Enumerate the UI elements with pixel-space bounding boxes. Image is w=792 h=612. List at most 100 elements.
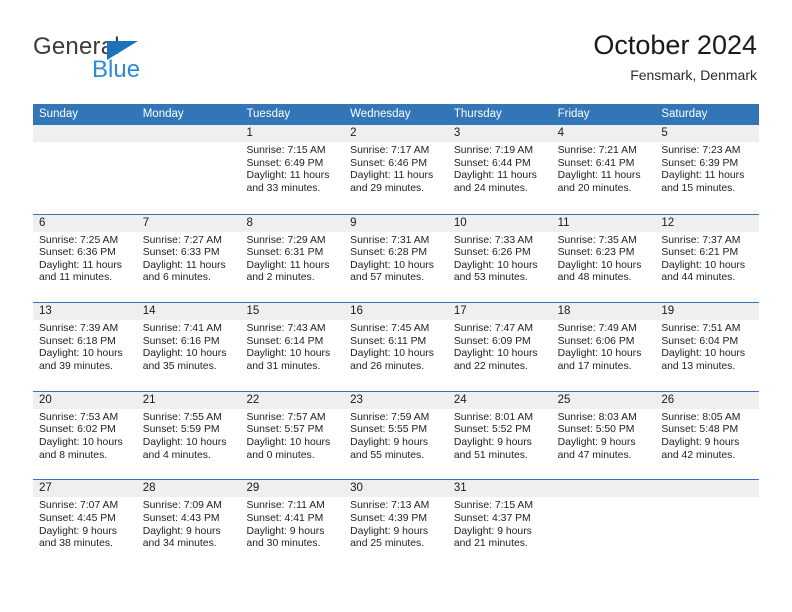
day-details: Sunrise: 7:29 AM Sunset: 6:31 PM Daylight:… bbox=[240, 232, 344, 285]
calendar-day-cell-empty bbox=[655, 480, 760, 568]
title-block: October 2024 Fensmark, Denmark bbox=[593, 29, 757, 85]
calendar-day-cell[interactable]: 30 Sunrise: 7:13 AM Sunset: 4:39 PM Dayligh… bbox=[344, 480, 448, 568]
sunset-text: Sunset: 5:52 PM bbox=[453, 424, 531, 436]
daylight-text-line2: and 38 minutes. bbox=[39, 538, 113, 550]
calendar-day-cell[interactable]: 11 Sunrise: 7:35 AM Sunset: 6:23 PM Dayligh… bbox=[551, 214, 656, 303]
daylight-text-line1: Daylight: 9 hours bbox=[350, 525, 429, 537]
page-subtitle: Fensmark, Denmark bbox=[630, 67, 757, 83]
calendar-day-cell[interactable]: 1 Sunrise: 7:15 AM Sunset: 6:49 PM Daylight… bbox=[240, 125, 345, 214]
sunrise-text: Sunrise: 7:07 AM bbox=[39, 500, 119, 512]
day-details: Sunrise: 7:15 AM Sunset: 4:37 PM Daylight:… bbox=[448, 497, 552, 550]
calendar-day-cell[interactable]: 20 Sunrise: 7:53 AM Sunset: 6:02 PM Dayligh… bbox=[33, 391, 137, 480]
day-details: Sunrise: 7:37 AM Sunset: 6:21 PM Daylight:… bbox=[655, 232, 759, 285]
sunset-text: Sunset: 6:36 PM bbox=[39, 247, 116, 259]
daylight-text-line1: Daylight: 9 hours bbox=[661, 436, 740, 448]
day-number: 15 bbox=[240, 303, 345, 321]
calendar-day-cell[interactable]: 9 Sunrise: 7:31 AM Sunset: 6:28 PM Daylight… bbox=[344, 214, 448, 303]
weekday-header-saturday: Saturday bbox=[661, 108, 708, 120]
calendar-day-cell[interactable]: 2 Sunrise: 7:17 AM Sunset: 6:46 PM Daylight… bbox=[344, 125, 448, 214]
day-number: 24 bbox=[447, 391, 552, 409]
sunrise-text: Sunrise: 8:01 AM bbox=[453, 411, 534, 423]
day-number bbox=[33, 125, 137, 142]
sunrise-text: Sunrise: 7:09 AM bbox=[142, 500, 222, 512]
sunrise-text: Sunrise: 7:21 AM bbox=[557, 145, 637, 156]
sunset-text: Sunset: 6:33 PM bbox=[142, 247, 220, 259]
calendar-day-cell[interactable]: 6 Sunrise: 7:25 AM Sunset: 6:36 PM Daylight… bbox=[33, 214, 137, 303]
calendar-day-cell[interactable]: 27 Sunrise: 7:07 AM Sunset: 4:45 PM Dayligh… bbox=[33, 480, 137, 568]
sunrise-text: Sunrise: 7:53 AM bbox=[39, 411, 119, 423]
daylight-text-line1: Daylight: 10 hours bbox=[557, 259, 642, 271]
calendar-day-cell[interactable]: 28 Sunrise: 7:09 AM Sunset: 4:43 PM Dayligh… bbox=[136, 480, 241, 568]
general-blue-logo[interactable]: General Blue bbox=[33, 33, 213, 85]
day-details: Sunrise: 7:51 AM Sunset: 6:04 PM Daylight:… bbox=[655, 320, 759, 373]
calendar-day-cell[interactable]: 5 Sunrise: 7:23 AM Sunset: 6:39 PM Daylight… bbox=[655, 125, 760, 214]
weekday-header-wednesday: Wednesday bbox=[350, 108, 411, 120]
day-number: 20 bbox=[33, 391, 137, 409]
daylight-text-line2: and 4 minutes. bbox=[142, 449, 211, 461]
sunrise-text: Sunrise: 7:17 AM bbox=[350, 145, 430, 156]
day-details: Sunrise: 7:49 AM Sunset: 6:06 PM Daylight:… bbox=[552, 320, 656, 373]
day-details: Sunrise: 7:11 AM Sunset: 4:41 PM Daylight:… bbox=[240, 497, 344, 550]
calendar-day-cell[interactable]: 12 Sunrise: 7:37 AM Sunset: 6:21 PM Dayligh… bbox=[655, 214, 760, 303]
day-details: Sunrise: 7:39 AM Sunset: 6:18 PM Daylight:… bbox=[33, 320, 137, 373]
calendar-day-cell[interactable]: 15 Sunrise: 7:43 AM Sunset: 6:14 PM Dayligh… bbox=[240, 303, 345, 391]
daylight-text-line1: Daylight: 11 hours bbox=[39, 259, 122, 271]
calendar-day-cell[interactable]: 25 Sunrise: 8:03 AM Sunset: 5:50 PM Dayligh… bbox=[551, 391, 656, 480]
daylight-text-line2: and 51 minutes. bbox=[453, 449, 528, 461]
calendar-day-cell[interactable]: 18 Sunrise: 7:49 AM Sunset: 6:06 PM Dayligh… bbox=[551, 303, 656, 391]
calendar-day-cell[interactable]: 21 Sunrise: 7:55 AM Sunset: 5:59 PM Dayligh… bbox=[136, 391, 241, 480]
calendar-day-cell[interactable]: 16 Sunrise: 7:45 AM Sunset: 6:11 PM Dayligh… bbox=[344, 303, 448, 391]
calendar-day-cell[interactable]: 3 Sunrise: 7:19 AM Sunset: 6:44 PM Daylight… bbox=[447, 125, 552, 214]
calendar-day-cell[interactable]: 7 Sunrise: 7:27 AM Sunset: 6:33 PM Daylight… bbox=[136, 214, 241, 303]
sunrise-text: Sunrise: 7:41 AM bbox=[142, 323, 222, 335]
calendar-day-cell[interactable]: 17 Sunrise: 7:47 AM Sunset: 6:09 PM Dayligh… bbox=[447, 303, 552, 391]
day-details: Sunrise: 7:31 AM Sunset: 6:28 PM Daylight:… bbox=[344, 232, 448, 285]
calendar-day-cell[interactable]: 8 Sunrise: 7:29 AM Sunset: 6:31 PM Daylight… bbox=[240, 214, 345, 303]
calendar-day-cell[interactable]: 22 Sunrise: 7:57 AM Sunset: 5:57 PM Dayligh… bbox=[240, 391, 345, 480]
day-details: Sunrise: 8:01 AM Sunset: 5:52 PM Daylight:… bbox=[448, 409, 552, 462]
daylight-text-line2: and 21 minutes. bbox=[453, 538, 528, 550]
daylight-text-line1: Daylight: 11 hours bbox=[350, 170, 434, 182]
day-details: Sunrise: 7:13 AM Sunset: 4:39 PM Daylight:… bbox=[344, 497, 448, 550]
day-number bbox=[551, 480, 656, 498]
calendar-day-cell[interactable]: 14 Sunrise: 7:41 AM Sunset: 6:16 PM Dayligh… bbox=[136, 303, 241, 391]
day-number: 13 bbox=[33, 303, 137, 321]
sunrise-text: Sunrise: 7:59 AM bbox=[350, 411, 430, 423]
sunset-text: Sunset: 6:11 PM bbox=[350, 335, 427, 347]
daylight-text-line1: Daylight: 11 hours bbox=[142, 259, 226, 271]
calendar-day-cell-empty bbox=[551, 480, 656, 568]
calendar-day-cell[interactable]: 29 Sunrise: 7:11 AM Sunset: 4:41 PM Dayligh… bbox=[240, 480, 345, 568]
day-details: Sunrise: 7:55 AM Sunset: 5:59 PM Daylight:… bbox=[137, 409, 241, 462]
logo-text-blue: Blue bbox=[92, 56, 141, 83]
calendar-day-cell[interactable]: 23 Sunrise: 7:59 AM Sunset: 5:55 PM Dayligh… bbox=[344, 391, 448, 480]
calendar-day-cell[interactable]: 13 Sunrise: 7:39 AM Sunset: 6:18 PM Dayligh… bbox=[33, 303, 137, 391]
sunset-text: Sunset: 5:59 PM bbox=[142, 424, 220, 436]
day-number: 18 bbox=[551, 303, 656, 321]
calendar-day-cell[interactable]: 26 Sunrise: 8:05 AM Sunset: 5:48 PM Dayligh… bbox=[655, 391, 760, 480]
calendar-day-cell[interactable]: 19 Sunrise: 7:51 AM Sunset: 6:04 PM Dayligh… bbox=[655, 303, 760, 391]
day-number: 25 bbox=[551, 391, 656, 409]
day-details: Sunrise: 7:07 AM Sunset: 4:45 PM Daylight:… bbox=[33, 497, 137, 550]
day-number: 12 bbox=[655, 214, 760, 232]
weekday-header-friday: Friday bbox=[557, 108, 590, 120]
calendar-day-cell[interactable]: 24 Sunrise: 8:01 AM Sunset: 5:52 PM Dayligh… bbox=[447, 391, 552, 480]
daylight-text-line1: Daylight: 10 hours bbox=[661, 348, 746, 360]
calendar-week-row: 1 Sunrise: 7:15 AM Sunset: 6:49 PM Daylight… bbox=[33, 125, 760, 214]
day-number: 29 bbox=[240, 480, 345, 498]
sunset-text: Sunset: 6:09 PM bbox=[453, 335, 531, 347]
daylight-text-line1: Daylight: 10 hours bbox=[453, 259, 538, 271]
day-details: Sunrise: 7:17 AM Sunset: 6:46 PM Daylight:… bbox=[344, 142, 448, 195]
calendar-day-cell[interactable]: 4 Sunrise: 7:21 AM Sunset: 6:41 PM Daylight… bbox=[551, 125, 656, 214]
day-details: Sunrise: 7:45 AM Sunset: 6:11 PM Daylight:… bbox=[344, 320, 448, 373]
weekday-header-row: Sunday Monday Tuesday Wednesday Thursday… bbox=[33, 104, 759, 125]
daylight-text-line2: and 20 minutes. bbox=[557, 182, 632, 194]
page-header: General Blue October 2024 Fensmark, Denm… bbox=[0, 0, 792, 103]
calendar-day-cell[interactable]: 10 Sunrise: 7:33 AM Sunset: 6:26 PM Dayligh… bbox=[447, 214, 552, 303]
daylight-text-line1: Daylight: 11 hours bbox=[661, 170, 745, 182]
daylight-text-line2: and 44 minutes. bbox=[661, 272, 736, 284]
sunrise-text: Sunrise: 7:45 AM bbox=[350, 323, 430, 335]
sunset-text: Sunset: 6:41 PM bbox=[557, 157, 635, 169]
daylight-text-line1: Daylight: 10 hours bbox=[350, 348, 434, 360]
calendar-day-cell[interactable]: 31 Sunrise: 7:15 AM Sunset: 4:37 PM Dayligh… bbox=[447, 480, 552, 568]
daylight-text-line1: Daylight: 10 hours bbox=[142, 436, 227, 448]
